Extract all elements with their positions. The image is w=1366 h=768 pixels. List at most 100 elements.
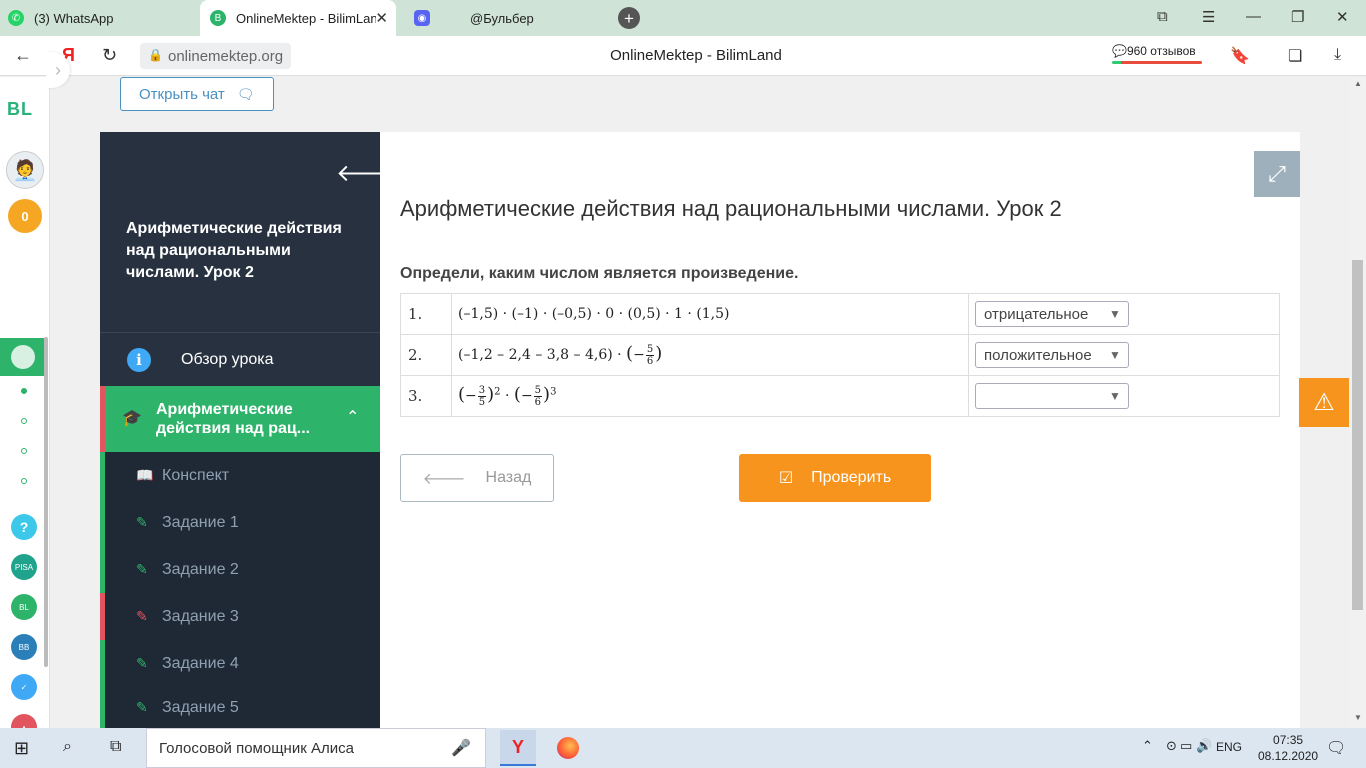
- scroll-up-icon[interactable]: ▲: [1354, 79, 1362, 88]
- checkbox-icon: ☑: [778, 470, 794, 487]
- bilimbook-icon[interactable]: BB: [11, 634, 37, 660]
- rail-dot[interactable]: [21, 448, 27, 454]
- row-number: 1.: [400, 293, 452, 335]
- page-scrollbar[interactable]: ▲ ▼: [1350, 77, 1366, 728]
- chevron-down-icon: ▼: [1106, 387, 1124, 405]
- book-icon: 📖: [136, 467, 154, 483]
- tasks-icon[interactable]: ✓: [11, 674, 37, 700]
- rail-dot[interactable]: [21, 418, 27, 424]
- bilimland-app-icon[interactable]: BL: [11, 594, 37, 620]
- rail-onlinemektep-active[interactable]: [0, 338, 46, 376]
- microphone-icon[interactable]: 🎤: [451, 738, 471, 758]
- yandex-browser-taskbar-icon[interactable]: Y: [500, 730, 536, 766]
- edit-icon: ✎: [136, 608, 148, 624]
- answer-select[interactable]: ▼: [975, 383, 1129, 409]
- sidebar-item-task-5[interactable]: ✎ Задание 5: [100, 687, 380, 728]
- url-text: onlinemektep.org: [168, 47, 284, 65]
- left-rail: BL 🧑‍💼 0 ? PISA BL BB ✓ •: [0, 77, 50, 740]
- reload-icon[interactable]: ↻: [102, 45, 117, 66]
- scroll-thumb[interactable]: [1352, 260, 1363, 610]
- firefox-taskbar-icon[interactable]: [550, 730, 586, 766]
- rating-bar: [1112, 61, 1202, 64]
- open-chat-button[interactable]: Открыть чат 🗨: [120, 77, 274, 111]
- row-number: 2.: [400, 334, 452, 376]
- download-icon[interactable]: ⤓: [1334, 46, 1341, 64]
- network-icon[interactable]: ▭: [1180, 738, 1192, 754]
- sidebar-item-konspekt[interactable]: 📖 Конспект: [100, 452, 380, 499]
- clock[interactable]: 07:35 08.12.2020: [1258, 732, 1318, 764]
- report-warning-icon[interactable]: ⚠: [1299, 378, 1349, 427]
- tab-label: @Бульбер: [470, 10, 534, 26]
- new-tab-button[interactable]: +: [618, 7, 640, 29]
- help-icon[interactable]: ?: [11, 514, 37, 540]
- pisa-icon[interactable]: PISA: [11, 554, 37, 580]
- rail-dot[interactable]: [21, 388, 27, 394]
- tab-whatsapp[interactable]: ✆ (3) WhatsApp: [8, 0, 198, 36]
- fullscreen-expand-icon[interactable]: ⤢: [1254, 151, 1300, 197]
- sidebar-item-task-4[interactable]: ✎ Задание 4: [100, 640, 380, 687]
- tab-label: OnlineMektep - BilimLand: [236, 10, 376, 26]
- url-field[interactable]: 🔒 onlinemektep.org: [140, 43, 292, 69]
- task-view-icon[interactable]: ⧉: [110, 738, 121, 756]
- page-title: OnlineMektep - BilimLand: [610, 47, 782, 64]
- close-window-icon[interactable]: ✕: [1336, 8, 1349, 26]
- lesson-title: Арифметические действия над рациональным…: [126, 220, 342, 281]
- chevron-down-icon: ▼: [1106, 346, 1124, 364]
- collapse-arrow-icon[interactable]: 🡐: [336, 158, 400, 188]
- chat-icon: 🗨: [236, 85, 255, 102]
- chevron-up-icon: ⌃: [346, 409, 360, 426]
- tray-app-icon[interactable]: ⊙: [1166, 738, 1177, 754]
- tab-label: (3) WhatsApp: [34, 10, 114, 26]
- answer-select[interactable]: положительное ▼: [975, 342, 1129, 368]
- bilimland-logo[interactable]: BL: [7, 99, 33, 120]
- sidebar-item-task-3[interactable]: ✎ Задание 3: [100, 593, 380, 640]
- minimize-icon[interactable]: —: [1246, 8, 1261, 25]
- onlinemektep-icon: [11, 345, 35, 369]
- answer-select[interactable]: отрицательное ▼: [975, 301, 1129, 327]
- rail-scrollbar[interactable]: [44, 337, 48, 667]
- table-row: 2. (–1,2 – 2,4 – 3,8 – 4,6) · (− 5 6) поло…: [400, 334, 1280, 376]
- restore-icon[interactable]: ❐: [1291, 8, 1304, 26]
- lock-icon: 🔒: [148, 48, 163, 62]
- tab-onlinemektep[interactable]: B OnlineMektep - BilimLand ✕: [200, 0, 396, 36]
- tabs-menu-icon[interactable]: ⧉: [1157, 8, 1168, 25]
- tab-discord[interactable]: ◉ @Бульбер: [410, 0, 600, 36]
- notifications-icon[interactable]: 🗨: [1326, 738, 1346, 758]
- overview-item[interactable]: i Обзор урока: [100, 332, 380, 386]
- bookmark-icon[interactable]: 🔖: [1230, 46, 1250, 66]
- table-row: 1. (–1,5) · (–1) · (–0,5) · 0 · (0,5) · …: [400, 293, 1280, 335]
- bilimland-icon: B: [210, 10, 226, 26]
- volume-icon[interactable]: 🔊: [1196, 738, 1212, 754]
- close-tab-icon[interactable]: ✕: [375, 9, 388, 27]
- back-button[interactable]: 🡐 Назад: [400, 454, 554, 502]
- discord-icon: ◉: [414, 10, 430, 26]
- alice-search-box[interactable]: Голосовой помощник Алиса 🎤: [146, 728, 486, 768]
- expression: (–1,2 – 2,4 – 3,8 – 4,6) · (− 5 6): [451, 334, 969, 376]
- edit-icon: ✎: [136, 514, 148, 530]
- tray-chevron-up-icon[interactable]: ⌃: [1142, 738, 1153, 754]
- back-arrow-icon[interactable]: ←: [14, 45, 32, 66]
- avatar[interactable]: 🧑‍💼: [6, 151, 44, 189]
- collections-icon[interactable]: ❏: [1288, 46, 1302, 66]
- reviews-badge[interactable]: 💬960 отзывов: [1112, 44, 1202, 64]
- windows-start-icon[interactable]: ⊞: [14, 738, 29, 759]
- info-icon: i: [127, 347, 151, 372]
- search-icon[interactable]: ⌕: [63, 738, 72, 756]
- scroll-down-icon[interactable]: ▼: [1354, 713, 1362, 722]
- sidebar-item-task-2[interactable]: ✎ Задание 2: [100, 546, 380, 593]
- menu-icon[interactable]: ☰: [1202, 8, 1215, 26]
- rail-dot[interactable]: [21, 478, 27, 484]
- chevron-down-icon: ▼: [1106, 305, 1124, 323]
- task-table: 1. (–1,5) · (–1) · (–0,5) · 0 · (0,5) · …: [400, 293, 1280, 417]
- whatsapp-icon: ✆: [8, 10, 24, 26]
- check-button[interactable]: ☑ Проверить: [739, 454, 931, 502]
- browser-tab-bar: ✆ (3) WhatsApp B OnlineMektep - BilimLan…: [0, 0, 1366, 36]
- language-indicator[interactable]: ENG: [1216, 740, 1242, 754]
- table-row: 3. (− 3 5)2 · (− 5 6)3 ▼: [400, 375, 1280, 417]
- expression: (–1,5) · (–1) · (–0,5) · 0 · (0,5) · 1 ·…: [451, 293, 969, 335]
- expression: (− 3 5)2 · (− 5 6)3: [451, 375, 969, 417]
- coins-badge[interactable]: 0: [8, 199, 42, 233]
- sidebar-item-task-1[interactable]: ✎ Задание 1: [100, 499, 380, 546]
- arrow-left-icon: 🡐: [422, 470, 466, 488]
- section-current[interactable]: 🎓 Арифметические действия над рац... ⌃: [100, 386, 380, 452]
